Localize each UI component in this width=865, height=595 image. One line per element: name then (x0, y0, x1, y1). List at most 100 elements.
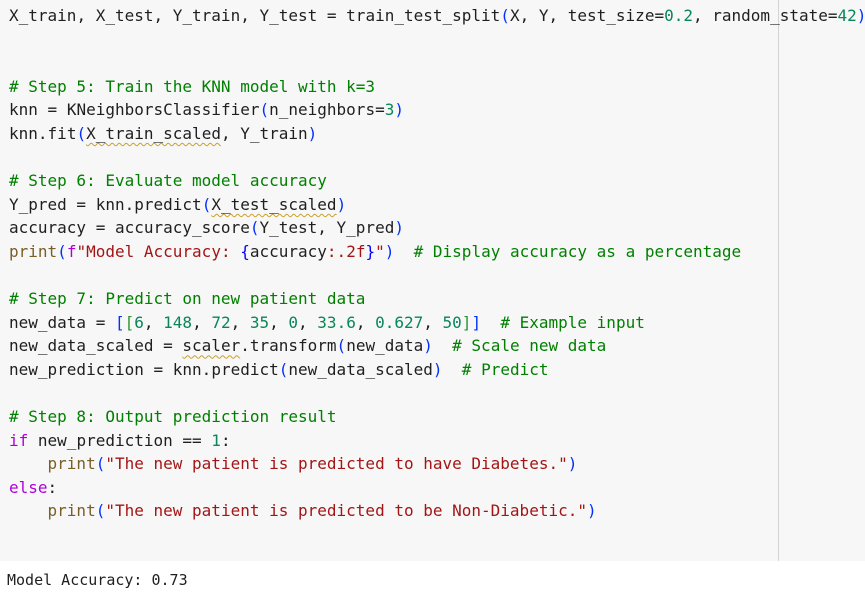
comment: # Scale new data (452, 336, 607, 356)
warning-identifier: X_train_scaled (86, 123, 221, 143)
number: 0.2 (664, 6, 693, 25)
bracket: ) (394, 100, 404, 120)
punctuation: , (192, 312, 212, 332)
number: 35 (249, 312, 270, 332)
code-line: ​ (9, 28, 865, 52)
code-line: ​ (9, 382, 865, 406)
code-line: new_data_scaled = scaler.transform(new_d… (9, 334, 865, 358)
string: "The new patient is predicted to be Non-… (105, 501, 587, 521)
punctuation (9, 501, 48, 520)
string: "Model Accuracy: (76, 241, 241, 261)
punctuation: = (375, 100, 385, 120)
bracket: ) (567, 454, 578, 474)
identifier: new_data (9, 312, 87, 332)
punctuation: = (66, 194, 96, 214)
string: "The new patient is predicted to have Di… (105, 454, 568, 474)
bracket: ] (461, 312, 472, 332)
comment: # Display accuracy as a percentage (413, 241, 742, 261)
code-line: ​ (9, 51, 865, 75)
punctuation: : (47, 477, 58, 497)
code-cell[interactable]: X_train, X_test, Y_train, Y_test = train… (0, 0, 865, 561)
identifier: train_test_split (346, 6, 501, 25)
bracket: ( (57, 241, 67, 261)
bracket: ) (307, 123, 318, 143)
identifier: knn (95, 194, 125, 214)
bracket: ) (336, 194, 347, 214)
number: 3 (384, 100, 395, 120)
punctuation: , (230, 312, 250, 332)
punctuation: . (124, 194, 135, 214)
comment: # Step 5: Train the KNN model with k=3 (9, 76, 376, 96)
punctuation: = (153, 336, 183, 356)
punctuation: = (86, 218, 115, 238)
punctuation: = (37, 100, 67, 120)
code-editor[interactable]: X_train, X_test, Y_train, Y_test = train… (9, 4, 865, 523)
identifier: X (509, 6, 520, 25)
bracket: ) (857, 6, 865, 25)
comment: # Step 7: Predict on new patient data (9, 289, 366, 309)
code-line: # Step 6: Evaluate model accuracy (9, 169, 865, 193)
punctuation (481, 313, 500, 332)
punctuation: . (240, 336, 250, 356)
identifier: accuracy (9, 218, 87, 238)
warning-identifier: X_test_scaled (211, 194, 337, 214)
identifier: knn (9, 123, 38, 143)
bracket: ( (259, 100, 270, 120)
number: 148 (163, 312, 193, 332)
cell-output: Model Accuracy: 0.73 (7, 571, 188, 589)
comment: # Example input (500, 312, 645, 332)
code-line: knn.fit(X_train_scaled, Y_train) (9, 122, 865, 146)
punctuation: , (423, 312, 443, 332)
string: " (375, 241, 385, 261)
bracket: ( (500, 6, 510, 25)
punctuation: , (548, 6, 568, 25)
bracket: ] (471, 312, 482, 332)
number: 33.6 (317, 312, 356, 332)
bracket: ) (394, 218, 404, 238)
bracket: ) (432, 359, 443, 379)
identifier: random_state (712, 6, 828, 25)
punctuation: , (220, 123, 241, 143)
code-line: new_data = [[6, 148, 72, 35, 0, 33.6, 0.… (9, 311, 865, 335)
identifier: accuracy (249, 241, 327, 261)
identifier: Y_pred (336, 218, 395, 238)
keyword: else (9, 477, 48, 497)
number: 50 (442, 312, 462, 332)
code-line: # Step 8: Output prediction result (9, 405, 865, 429)
identifier: knn (9, 100, 38, 120)
punctuation: , (693, 6, 713, 25)
code-line: # Step 5: Train the KNN model with k=3 (9, 75, 865, 99)
identifier: Y_pred (9, 194, 67, 214)
bracket: ( (95, 501, 106, 521)
punctuation: == (172, 430, 212, 450)
number: 0 (288, 312, 299, 332)
identifier: new_prediction (37, 430, 173, 450)
punctuation: = (827, 6, 838, 25)
identifier: predict (211, 359, 279, 379)
identifier: Y_train (240, 123, 308, 143)
bracket: [ (124, 312, 135, 332)
identifier: new_data_scaled (9, 336, 154, 356)
bracket: ( (278, 359, 289, 379)
code-line: if new_prediction == 1: (9, 429, 865, 453)
punctuation: , (269, 312, 289, 332)
comment: # Step 6: Evaluate model accuracy (9, 171, 327, 191)
code-line: print(f"Model Accuracy: {accuracy:.2f}")… (9, 240, 865, 264)
punctuation: , (317, 218, 337, 238)
fstring-brace: { (240, 241, 250, 261)
bracket: ( (95, 454, 106, 474)
bracket: [ (114, 312, 125, 332)
punctuation: = (317, 6, 347, 25)
bracket: ) (586, 501, 597, 521)
comment: # Step 8: Output prediction result (9, 407, 337, 427)
punctuation (443, 360, 462, 379)
punctuation: . (37, 123, 48, 143)
punctuation: , (298, 312, 318, 332)
punctuation: = (86, 312, 115, 332)
code-line: print("The new patient is predicted to b… (9, 499, 865, 523)
comment: # Predict (461, 359, 549, 379)
code-line: knn = KNeighborsClassifier(n_neighbors=3… (9, 98, 865, 122)
code-line: X_train, X_test, Y_train, Y_test = train… (9, 4, 865, 28)
identifier: accuracy_score (114, 218, 250, 238)
identifier: new_prediction (9, 359, 144, 379)
